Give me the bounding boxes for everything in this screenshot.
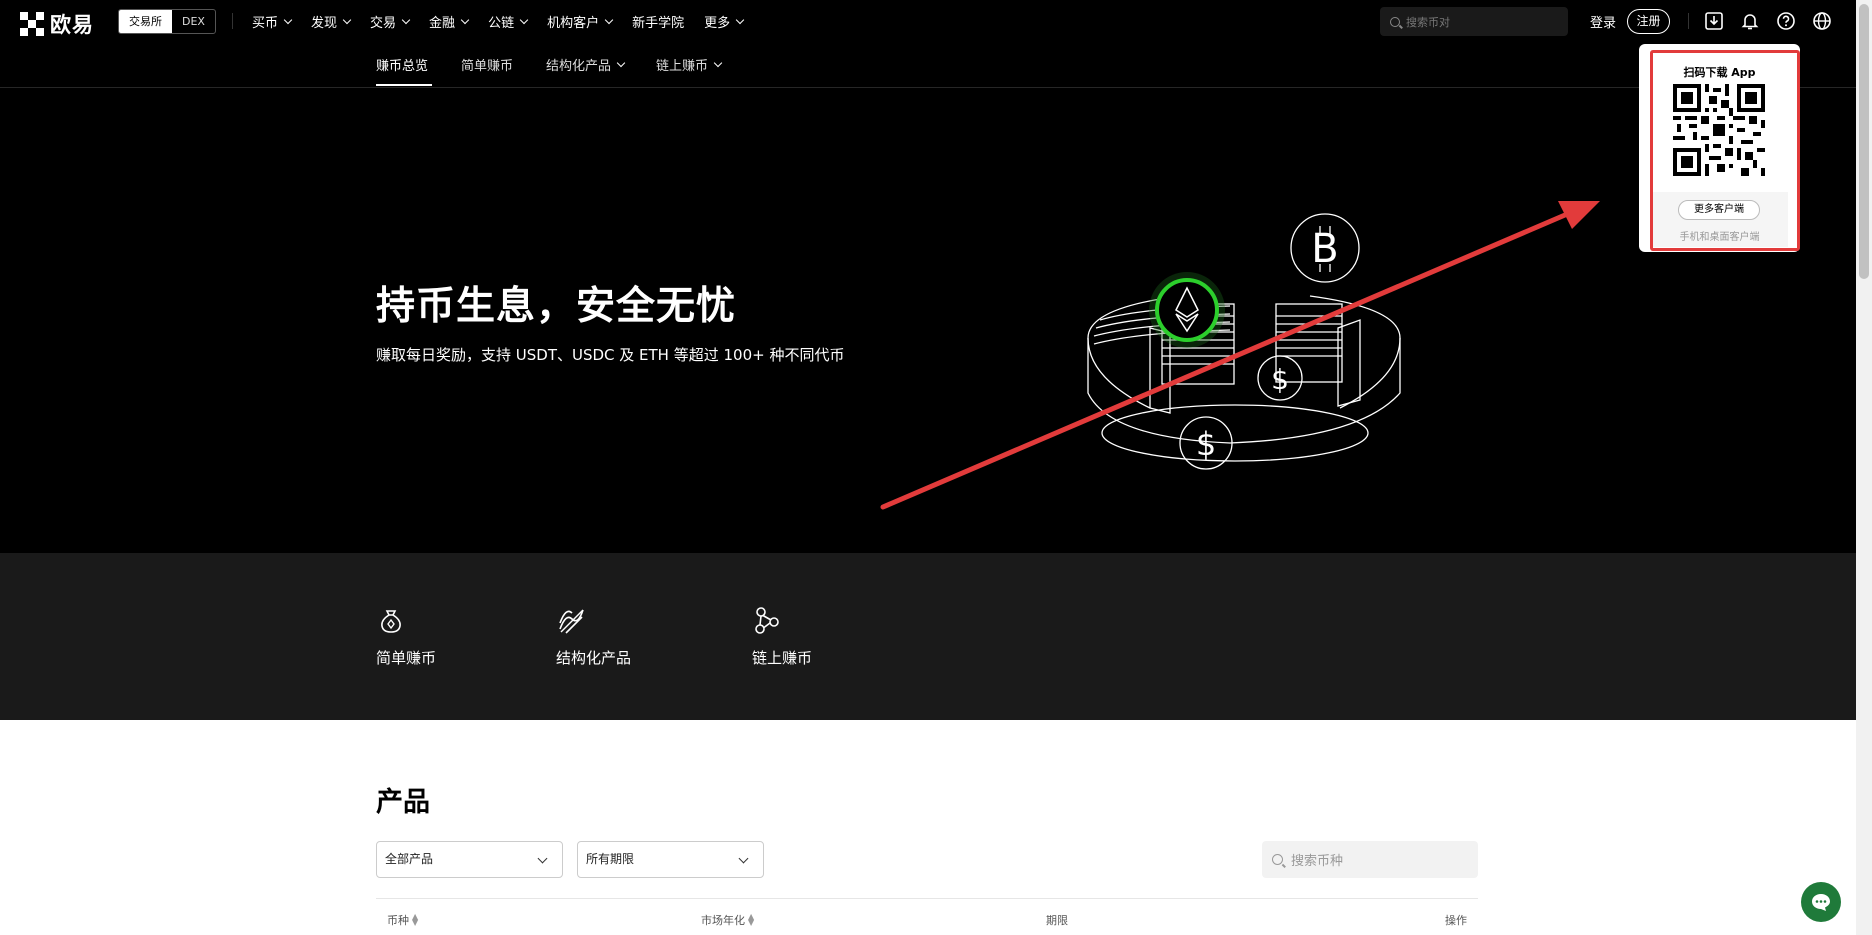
table-header-divider	[376, 898, 1478, 899]
column-label: 期限	[1046, 914, 1068, 927]
nav-label: 发现	[311, 16, 338, 31]
nav-finance[interactable]: 金融	[429, 12, 470, 31]
globe-icon[interactable]	[1812, 11, 1832, 31]
subnav-label: 赚币总览	[376, 59, 429, 74]
sort-icon: ▲ ▼	[412, 912, 419, 927]
toggle-exchange[interactable]: 交易所	[119, 10, 172, 33]
category-onchain-earn[interactable]: 链上赚币	[752, 605, 812, 668]
main-nav: 买币 发现 交易 金融 公链 机构客户 新手学院 更多	[252, 0, 745, 43]
nav-buy-crypto[interactable]: 买币	[252, 12, 293, 31]
download-icon[interactable]	[1704, 11, 1724, 31]
okx-logo-icon	[20, 12, 44, 36]
chevron-down-icon	[604, 15, 614, 25]
subnav-label: 链上赚币	[656, 59, 709, 74]
search-placeholder: 搜索币对	[1406, 15, 1450, 29]
chevron-down-icon	[342, 15, 352, 25]
term-select[interactable]: 所有期限	[577, 841, 764, 878]
column-label: 操作	[1445, 914, 1467, 927]
chat-icon	[1812, 894, 1830, 911]
nav-label: 新手学院	[632, 16, 685, 31]
search-icon	[1272, 854, 1283, 865]
chain-nodes-icon	[755, 607, 779, 634]
product-type-select[interactable]: 全部产品	[376, 841, 563, 878]
nav-trade[interactable]: 交易	[370, 12, 411, 31]
subnav-simple-earn[interactable]: 简单赚币	[461, 55, 513, 74]
register-button[interactable]: 注册	[1627, 9, 1670, 34]
top-header: 欧易 交易所 DEX 买币 发现 交易 金融 公链 机构客户 新手学院 更多 搜…	[0, 0, 1856, 43]
products-title: 产品	[376, 787, 430, 818]
nav-more[interactable]: 更多	[704, 12, 745, 31]
search-placeholder: 搜索币种	[1291, 854, 1344, 869]
subnav-structured[interactable]: 结构化产品	[546, 55, 626, 74]
sort-icon: ▲ ▼	[748, 912, 755, 927]
scrollbar-thumb[interactable]	[1859, 4, 1869, 279]
nav-discover[interactable]: 发现	[311, 12, 352, 31]
subnav-label: 简单赚币	[461, 59, 514, 74]
money-bag-icon	[381, 610, 401, 633]
subnav-earn-overview[interactable]: 赚币总览	[376, 55, 428, 74]
chevron-down-icon	[735, 15, 745, 25]
support-chat-button[interactable]	[1801, 882, 1841, 922]
structured-icon	[559, 609, 584, 634]
column-header-action: 操作	[1445, 912, 1467, 928]
subnav-onchain-earn[interactable]: 链上赚币	[656, 55, 723, 74]
svg-text:$: $	[1271, 363, 1289, 396]
category-label: 简单赚币	[376, 649, 437, 667]
column-header-coin[interactable]: 币种 ▲ ▼	[387, 912, 418, 928]
divider	[232, 13, 233, 29]
coin-search-input[interactable]: 搜索币种	[1262, 841, 1478, 878]
chevron-down-icon	[519, 15, 529, 25]
svg-text:$: $	[1196, 425, 1216, 463]
chevron-down-icon	[401, 15, 411, 25]
nav-label: 买币	[252, 16, 279, 31]
column-label: 市场年化	[701, 914, 745, 927]
exchange-dex-toggle: 交易所 DEX	[118, 9, 216, 34]
search-icon	[1390, 16, 1400, 27]
column-label: 币种	[387, 914, 409, 927]
hero-illustration: B $ $	[1087, 213, 1401, 470]
bell-icon[interactable]	[1740, 11, 1760, 31]
products-section: 产品 全部产品 所有期限 搜索币种 币种 ▲ ▼ 市场年化 ▲ ▼ 期限 操作	[0, 720, 1856, 935]
category-simple-earn[interactable]: 简单赚币	[376, 605, 436, 668]
active-tab-indicator	[376, 84, 432, 86]
hero-title: 持币生息，安全无忧	[376, 284, 737, 329]
subnav-label: 结构化产品	[546, 59, 612, 74]
chevron-down-icon	[616, 58, 626, 68]
hero-subtitle: 赚取每日奖励，支持 USDT、USDC 及 ETH 等超过 100+ 种不同代币	[376, 346, 845, 364]
login-link[interactable]: 登录	[1590, 12, 1616, 31]
nav-academy[interactable]: 新手学院	[632, 12, 684, 31]
help-icon[interactable]	[1776, 11, 1796, 31]
category-label: 链上赚币	[752, 649, 813, 667]
chevron-down-icon	[713, 58, 723, 68]
select-value: 全部产品	[385, 852, 434, 866]
logo-text: 欧易	[50, 13, 94, 37]
chevron-down-icon	[460, 15, 470, 25]
logo[interactable]: 欧易	[20, 9, 94, 39]
nav-label: 金融	[429, 16, 456, 31]
nav-label: 交易	[370, 16, 397, 31]
select-value: 所有期限	[586, 852, 635, 866]
category-structured[interactable]: 结构化产品	[556, 605, 631, 668]
annotation-highlight-box	[1650, 50, 1800, 251]
earn-subnav: 赚币总览 简单赚币 结构化产品 链上赚币	[0, 43, 1856, 88]
hero-banner: 持币生息，安全无忧 赚取每日奖励，支持 USDT、USDC 及 ETH 等超过 …	[0, 88, 1856, 553]
toggle-dex[interactable]: DEX	[172, 10, 215, 33]
column-header-apy[interactable]: 市场年化 ▲ ▼	[701, 912, 754, 928]
category-label: 结构化产品	[556, 649, 632, 667]
column-header-term: 期限	[1046, 912, 1068, 928]
chevron-down-icon	[738, 853, 749, 864]
nav-institutional[interactable]: 机构客户	[547, 12, 614, 31]
svg-text:B: B	[1311, 226, 1338, 272]
chevron-down-icon	[283, 15, 293, 25]
divider	[1688, 13, 1689, 29]
pair-search-input[interactable]: 搜索币对	[1380, 7, 1568, 36]
nav-public-chain[interactable]: 公链	[488, 12, 529, 31]
nav-label: 更多	[704, 16, 731, 31]
nav-label: 机构客户	[547, 16, 600, 31]
nav-label: 公链	[488, 16, 515, 31]
earn-categories: 简单赚币 结构化产品 链上赚币	[0, 553, 1856, 720]
chevron-down-icon	[537, 853, 548, 864]
page-scrollbar[interactable]	[1856, 0, 1872, 935]
